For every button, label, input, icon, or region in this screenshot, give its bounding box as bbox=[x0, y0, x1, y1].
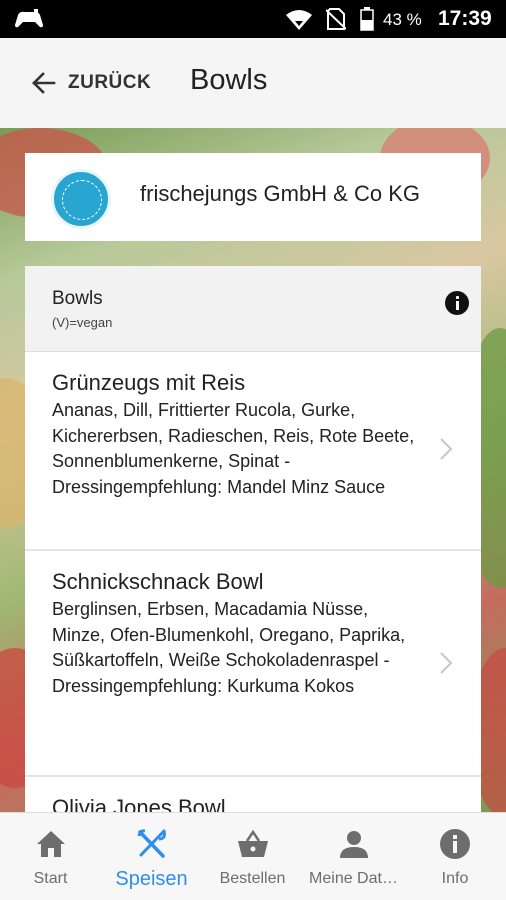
back-label: ZURÜCK bbox=[68, 72, 152, 93]
status-bar: 43 % 17:39 bbox=[0, 0, 506, 38]
battery-percent: 43 % bbox=[383, 10, 422, 29]
menu-item-description: Berglinsen, Erbsen, Macadamia Nüsse, Min… bbox=[52, 599, 406, 696]
no-sim-icon bbox=[326, 8, 346, 30]
menu-item[interactable]: Olivia Jones Bowl bbox=[25, 777, 481, 812]
menu-item-name: Grünzeugs mit Reis bbox=[52, 370, 246, 395]
wifi-icon bbox=[286, 10, 312, 30]
bottom-navigation: Start Speisen Bestellen Meine Dat… Info bbox=[0, 812, 506, 900]
home-icon bbox=[36, 831, 65, 857]
person-icon bbox=[339, 831, 368, 858]
category-header: Bowls (V)=vegan bbox=[25, 266, 481, 352]
battery-icon bbox=[360, 7, 374, 31]
vendor-name: frischejungs GmbH & Co KG bbox=[140, 181, 420, 206]
page-title: Bowls bbox=[190, 64, 268, 96]
tab-speisen[interactable]: Speisen bbox=[101, 813, 202, 900]
menu-item-description: Ananas, Dill, Frittierter Rucola, Gurke,… bbox=[52, 400, 415, 497]
category-title: Bowls bbox=[52, 288, 103, 309]
menu-item-name: Schnickschnack Bowl bbox=[52, 569, 264, 594]
tab-label: Bestellen bbox=[219, 870, 286, 887]
category-subtitle: (V)=vegan bbox=[52, 315, 113, 330]
tab-bestellen[interactable]: Bestellen bbox=[202, 813, 303, 900]
basket-icon bbox=[237, 829, 268, 857]
tab-label: Meine Dat… bbox=[309, 870, 398, 887]
app-header: ZURÜCK Bowls bbox=[0, 38, 506, 128]
tab-info[interactable]: Info bbox=[404, 813, 506, 900]
tab-meine-daten[interactable]: Meine Dat… bbox=[303, 813, 404, 900]
menu-item-name: Olivia Jones Bowl bbox=[52, 795, 226, 812]
info-icon[interactable] bbox=[445, 291, 469, 315]
back-button[interactable]: ZURÜCK bbox=[30, 66, 151, 100]
chevron-right-icon bbox=[440, 438, 453, 460]
info-icon bbox=[440, 829, 470, 859]
arrow-left-icon bbox=[32, 72, 56, 94]
gamepad-icon bbox=[15, 9, 43, 28]
clock: 17:39 bbox=[438, 7, 492, 30]
menu-item[interactable]: Schnickschnack Bowl Berglinsen, Erbsen, … bbox=[25, 551, 481, 777]
vendor-card: frischejungs GmbH & Co KG bbox=[25, 153, 481, 241]
tab-label: Speisen bbox=[115, 868, 188, 890]
fork-knife-icon bbox=[137, 829, 166, 858]
chevron-right-icon bbox=[440, 652, 453, 674]
tab-label: Start bbox=[33, 870, 68, 887]
menu-card: Bowls (V)=vegan Grünzeugs mit Reis Anana… bbox=[25, 266, 481, 812]
vendor-logo bbox=[51, 169, 111, 229]
menu-item[interactable]: Grünzeugs mit Reis Ananas, Dill, Frittie… bbox=[25, 352, 481, 551]
tab-label: Info bbox=[441, 870, 469, 887]
tab-start[interactable]: Start bbox=[0, 813, 101, 900]
